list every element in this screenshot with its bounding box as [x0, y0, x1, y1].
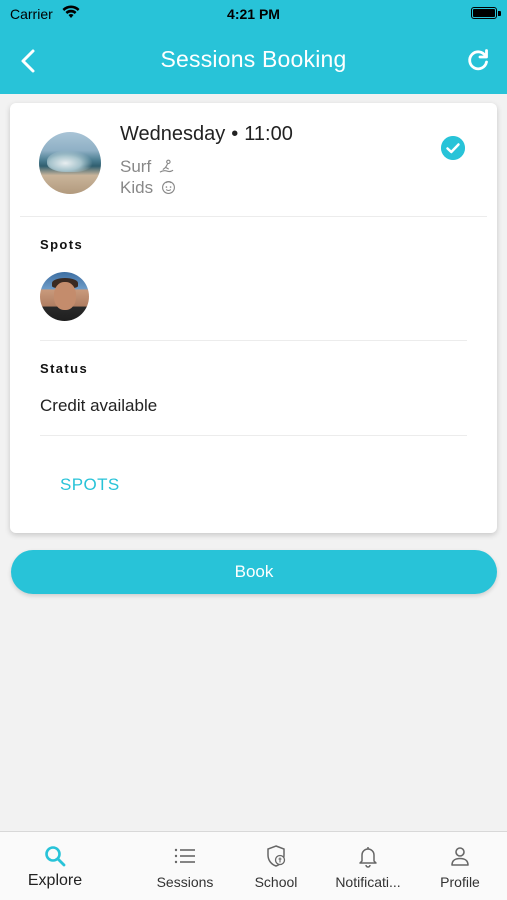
spots-section-label: Spots [40, 237, 84, 252]
tab-notifications[interactable]: Notificati... [326, 832, 410, 900]
status-section-label: Status [40, 361, 89, 376]
session-activity: Surf [120, 157, 174, 177]
status-bar: Carrier 4:21 PM [0, 0, 507, 28]
avatar[interactable] [40, 272, 89, 321]
session-time: 11:00 [244, 123, 293, 145]
tab-bar: Explore Sessions School Notificati... Pr… [0, 831, 507, 900]
search-icon [45, 846, 66, 867]
battery-tip [498, 11, 501, 16]
session-title: Wednesday • 11:00 [120, 123, 293, 146]
tab-label: Profile [440, 874, 480, 890]
nav-bar: Sessions Booking [0, 28, 507, 94]
session-day: Wednesday [120, 123, 226, 145]
bell-icon [359, 847, 377, 868]
status-value: Credit available [40, 396, 158, 415]
group-label: Kids [120, 178, 154, 197]
divider [40, 435, 467, 436]
child-face-icon [161, 181, 175, 194]
session-card: Wednesday • 11:00 Surf Kids Spots Status C… [10, 103, 497, 533]
tab-label: School [254, 874, 298, 890]
divider [20, 216, 487, 217]
book-button[interactable]: Book [11, 550, 497, 594]
spots-button[interactable]: SPOTS [60, 475, 120, 495]
session-separator: • [231, 123, 239, 145]
surfer-icon [159, 159, 174, 173]
tab-profile[interactable]: Profile [428, 832, 492, 900]
divider [40, 340, 467, 341]
person-icon [451, 847, 469, 866]
shield-icon [267, 845, 286, 867]
session-group: Kids [120, 178, 176, 198]
list-icon [174, 848, 195, 864]
battery-icon [471, 7, 497, 19]
session-thumbnail [39, 132, 101, 194]
tab-sessions[interactable]: Sessions [146, 832, 224, 900]
activity-label: Surf [120, 157, 152, 176]
tab-label: Notificati... [335, 874, 401, 890]
selected-check-icon [441, 136, 465, 160]
tab-label: Explore [27, 872, 83, 889]
tab-explore[interactable]: Explore [14, 832, 96, 900]
tab-label: Sessions [156, 874, 214, 890]
clock: 4:21 PM [227, 6, 280, 22]
page-title: Sessions Booking [160, 46, 347, 72]
refresh-icon[interactable] [465, 47, 491, 73]
tab-school[interactable]: School [243, 832, 309, 900]
